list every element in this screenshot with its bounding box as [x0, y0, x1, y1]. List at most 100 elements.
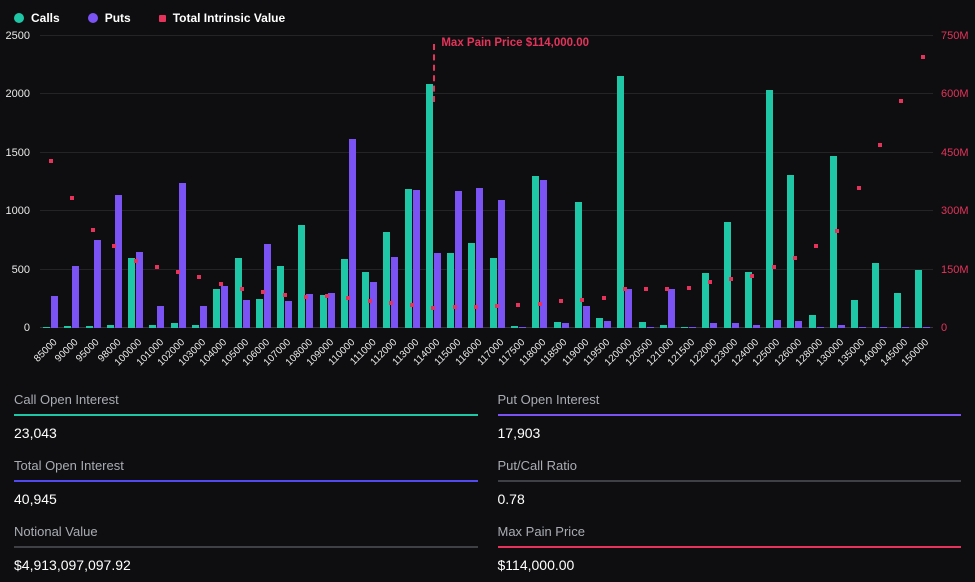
calls-bar[interactable] [256, 299, 263, 328]
intrinsic-value-dot[interactable] [793, 256, 797, 260]
puts-bar[interactable] [434, 253, 441, 328]
strike-group-109000[interactable] [316, 36, 337, 328]
strike-group-116000[interactable] [465, 36, 486, 328]
strike-group-100000[interactable] [125, 36, 146, 328]
strike-group-150000[interactable] [912, 36, 933, 328]
puts-bar[interactable] [243, 300, 250, 328]
puts-bar[interactable] [221, 286, 228, 328]
intrinsic-value-dot[interactable] [750, 274, 754, 278]
strike-group-120500[interactable] [635, 36, 656, 328]
puts-bar[interactable] [859, 327, 866, 328]
intrinsic-value-dot[interactable] [729, 277, 733, 281]
calls-bar[interactable] [298, 225, 305, 328]
strike-group-108000[interactable] [295, 36, 316, 328]
intrinsic-value-dot[interactable] [474, 305, 478, 309]
intrinsic-value-dot[interactable] [49, 159, 53, 163]
intrinsic-value-dot[interactable] [772, 265, 776, 269]
intrinsic-value-dot[interactable] [835, 229, 839, 233]
calls-bar[interactable] [447, 253, 454, 328]
strike-group-98000[interactable] [104, 36, 125, 328]
intrinsic-value-dot[interactable] [389, 301, 393, 305]
strike-group-85000[interactable] [40, 36, 61, 328]
puts-bar[interactable] [306, 294, 313, 328]
strike-group-107000[interactable] [274, 36, 295, 328]
intrinsic-value-dot[interactable] [197, 275, 201, 279]
legend-item-total-intrinsic-value[interactable]: Total Intrinsic Value [159, 11, 285, 25]
strike-group-118500[interactable] [550, 36, 571, 328]
strike-group-123000[interactable] [721, 36, 742, 328]
calls-bar[interactable] [809, 315, 816, 328]
calls-bar[interactable] [86, 326, 93, 328]
puts-bar[interactable] [795, 321, 802, 328]
intrinsic-value-dot[interactable] [155, 265, 159, 269]
strike-group-90000[interactable] [61, 36, 82, 328]
strike-group-140000[interactable] [869, 36, 890, 328]
strike-group-106000[interactable] [253, 36, 274, 328]
strike-group-121000[interactable] [657, 36, 678, 328]
strike-group-121500[interactable] [678, 36, 699, 328]
strike-group-115000[interactable] [444, 36, 465, 328]
calls-bar[interactable] [213, 289, 220, 328]
puts-bar[interactable] [391, 257, 398, 328]
puts-bar[interactable] [625, 289, 632, 328]
puts-bar[interactable] [902, 327, 909, 328]
puts-bar[interactable] [562, 323, 569, 328]
puts-bar[interactable] [136, 252, 143, 328]
intrinsic-value-dot[interactable] [240, 287, 244, 291]
intrinsic-value-dot[interactable] [112, 244, 116, 248]
calls-bar[interactable] [64, 326, 71, 328]
puts-bar[interactable] [838, 325, 845, 329]
puts-bar[interactable] [498, 200, 505, 328]
intrinsic-value-dot[interactable] [410, 303, 414, 307]
puts-bar[interactable] [285, 301, 292, 328]
strike-group-124000[interactable] [742, 36, 763, 328]
strike-group-122000[interactable] [699, 36, 720, 328]
calls-bar[interactable] [745, 272, 752, 328]
puts-bar[interactable] [519, 327, 526, 328]
puts-bar[interactable] [264, 244, 271, 328]
strike-group-101000[interactable] [146, 36, 167, 328]
intrinsic-value-dot[interactable] [665, 287, 669, 291]
puts-bar[interactable] [923, 327, 930, 328]
intrinsic-value-dot[interactable] [559, 299, 563, 303]
intrinsic-value-dot[interactable] [304, 295, 308, 299]
calls-bar[interactable] [468, 243, 475, 328]
strike-group-130000[interactable] [827, 36, 848, 328]
puts-bar[interactable] [689, 327, 696, 328]
puts-bar[interactable] [774, 320, 781, 328]
strike-group-120000[interactable] [614, 36, 635, 328]
puts-bar[interactable] [179, 183, 186, 328]
strike-group-119500[interactable] [593, 36, 614, 328]
strike-group-119000[interactable] [572, 36, 593, 328]
calls-bar[interactable] [341, 259, 348, 328]
calls-bar[interactable] [766, 90, 773, 328]
puts-bar[interactable] [647, 327, 654, 328]
intrinsic-value-dot[interactable] [453, 305, 457, 309]
calls-bar[interactable] [681, 327, 688, 328]
calls-bar[interactable] [149, 325, 156, 329]
calls-bar[interactable] [575, 202, 582, 328]
intrinsic-value-dot[interactable] [814, 244, 818, 248]
intrinsic-value-dot[interactable] [431, 306, 435, 310]
intrinsic-value-dot[interactable] [538, 302, 542, 306]
strike-group-102000[interactable] [168, 36, 189, 328]
calls-bar[interactable] [490, 258, 497, 328]
calls-bar[interactable] [596, 318, 603, 329]
strike-group-145000[interactable] [891, 36, 912, 328]
calls-bar[interactable] [171, 323, 178, 328]
intrinsic-value-dot[interactable] [580, 298, 584, 302]
intrinsic-value-dot[interactable] [857, 186, 861, 190]
strike-group-125000[interactable] [763, 36, 784, 328]
strike-group-113000[interactable] [402, 36, 423, 328]
calls-bar[interactable] [830, 156, 837, 328]
calls-bar[interactable] [724, 222, 731, 328]
calls-bar[interactable] [554, 322, 561, 328]
intrinsic-value-dot[interactable] [283, 293, 287, 297]
legend-item-calls[interactable]: Calls [14, 11, 60, 25]
intrinsic-value-dot[interactable] [219, 282, 223, 286]
strike-group-110000[interactable] [338, 36, 359, 328]
calls-bar[interactable] [43, 327, 50, 328]
strike-group-117500[interactable] [508, 36, 529, 328]
intrinsic-value-dot[interactable] [516, 303, 520, 307]
puts-bar[interactable] [370, 282, 377, 328]
